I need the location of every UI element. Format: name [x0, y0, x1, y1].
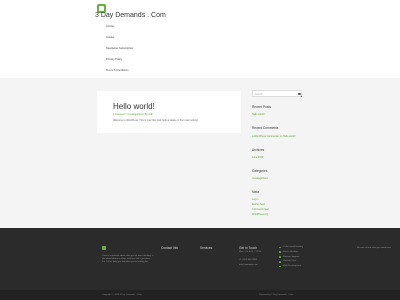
powered-by-text: Powered by 3 Day Demands . Com — [259, 294, 294, 296]
primary-menu: Articles Guides Newsletter Subscription … — [106, 25, 133, 80]
archive-link[interactable]: June 2020 — [252, 156, 263, 159]
footer-services-title: Services — [200, 246, 213, 250]
footer-bottom-bar: Copyright © 2023 3 Day Demands . Com Pow… — [0, 290, 400, 300]
site-footer: There's a website about what you've been… — [0, 228, 400, 290]
recent-post-link[interactable]: Hello world! — [252, 113, 265, 116]
meta-entries-feed-link[interactable]: Entries feed — [252, 203, 265, 206]
post-title[interactable]: Hello world! — [113, 102, 155, 111]
menu-item-newsletter[interactable]: Newsletter Subscription — [106, 47, 133, 58]
site-title[interactable]: 3 Day Demands . Com — [95, 12, 166, 19]
footer-about-text: There's a website about what you've been… — [102, 255, 154, 264]
meta-login-link[interactable]: Log in — [252, 198, 259, 201]
footer-services-list: Professional Hosting Server Hosting Webs… — [279, 246, 303, 270]
post-meta[interactable]: 1 Comment / Uncategorized / By mdb — [113, 113, 153, 116]
recent-comments-title: Recent Comments — [252, 126, 279, 130]
post-excerpt: Welcome to WordPress. This is your first… — [113, 119, 199, 122]
menu-item-terms[interactable]: Terms & Conditions — [106, 69, 133, 80]
footer-contact-title: Contact Info — [161, 246, 179, 250]
footer-phone[interactable]: +1 (123) 456 7890 — [239, 259, 257, 261]
menu-item-privacy[interactable]: Privacy Policy — [106, 58, 133, 69]
archives-title: Archives — [252, 148, 265, 152]
site-header: 3 Day Demands . Com Articles Guides News… — [0, 0, 400, 78]
search-icon[interactable] — [298, 92, 301, 96]
category-link[interactable]: Uncategorized — [252, 177, 267, 180]
meta-wordpress-link[interactable]: WordPress.org — [252, 213, 268, 216]
menu-item-articles[interactable]: Articles — [106, 25, 133, 36]
footer-right-text: Be sure to find what you need here — [357, 247, 391, 249]
menu-item-guides[interactable]: Guides — [106, 36, 133, 47]
footer-logo-icon — [102, 246, 106, 250]
post-card: Hello world! 1 Comment / Uncategorized /… — [97, 91, 241, 133]
search-input[interactable]: Search — [252, 90, 302, 97]
footer-service-item[interactable]: Web Development — [279, 265, 303, 270]
copyright-text: Copyright © 2023 3 Day Demands . Com — [102, 294, 142, 296]
recent-comment-link[interactable]: A WordPress Commenter on Hello world! — [252, 135, 296, 138]
footer-hours: Mon – Fri 9:00 – 17:00 — [239, 251, 262, 253]
search-placeholder: Search — [255, 92, 263, 96]
categories-title: Categories — [252, 169, 268, 173]
recent-posts-title: Recent Posts — [252, 105, 271, 109]
footer-get-in-touch-title: Get In Touch — [239, 246, 258, 250]
meta-comments-feed-link[interactable]: Comments feed — [252, 208, 269, 211]
meta-title: Meta — [252, 190, 260, 194]
footer-email[interactable]: info@example.com — [239, 264, 258, 266]
